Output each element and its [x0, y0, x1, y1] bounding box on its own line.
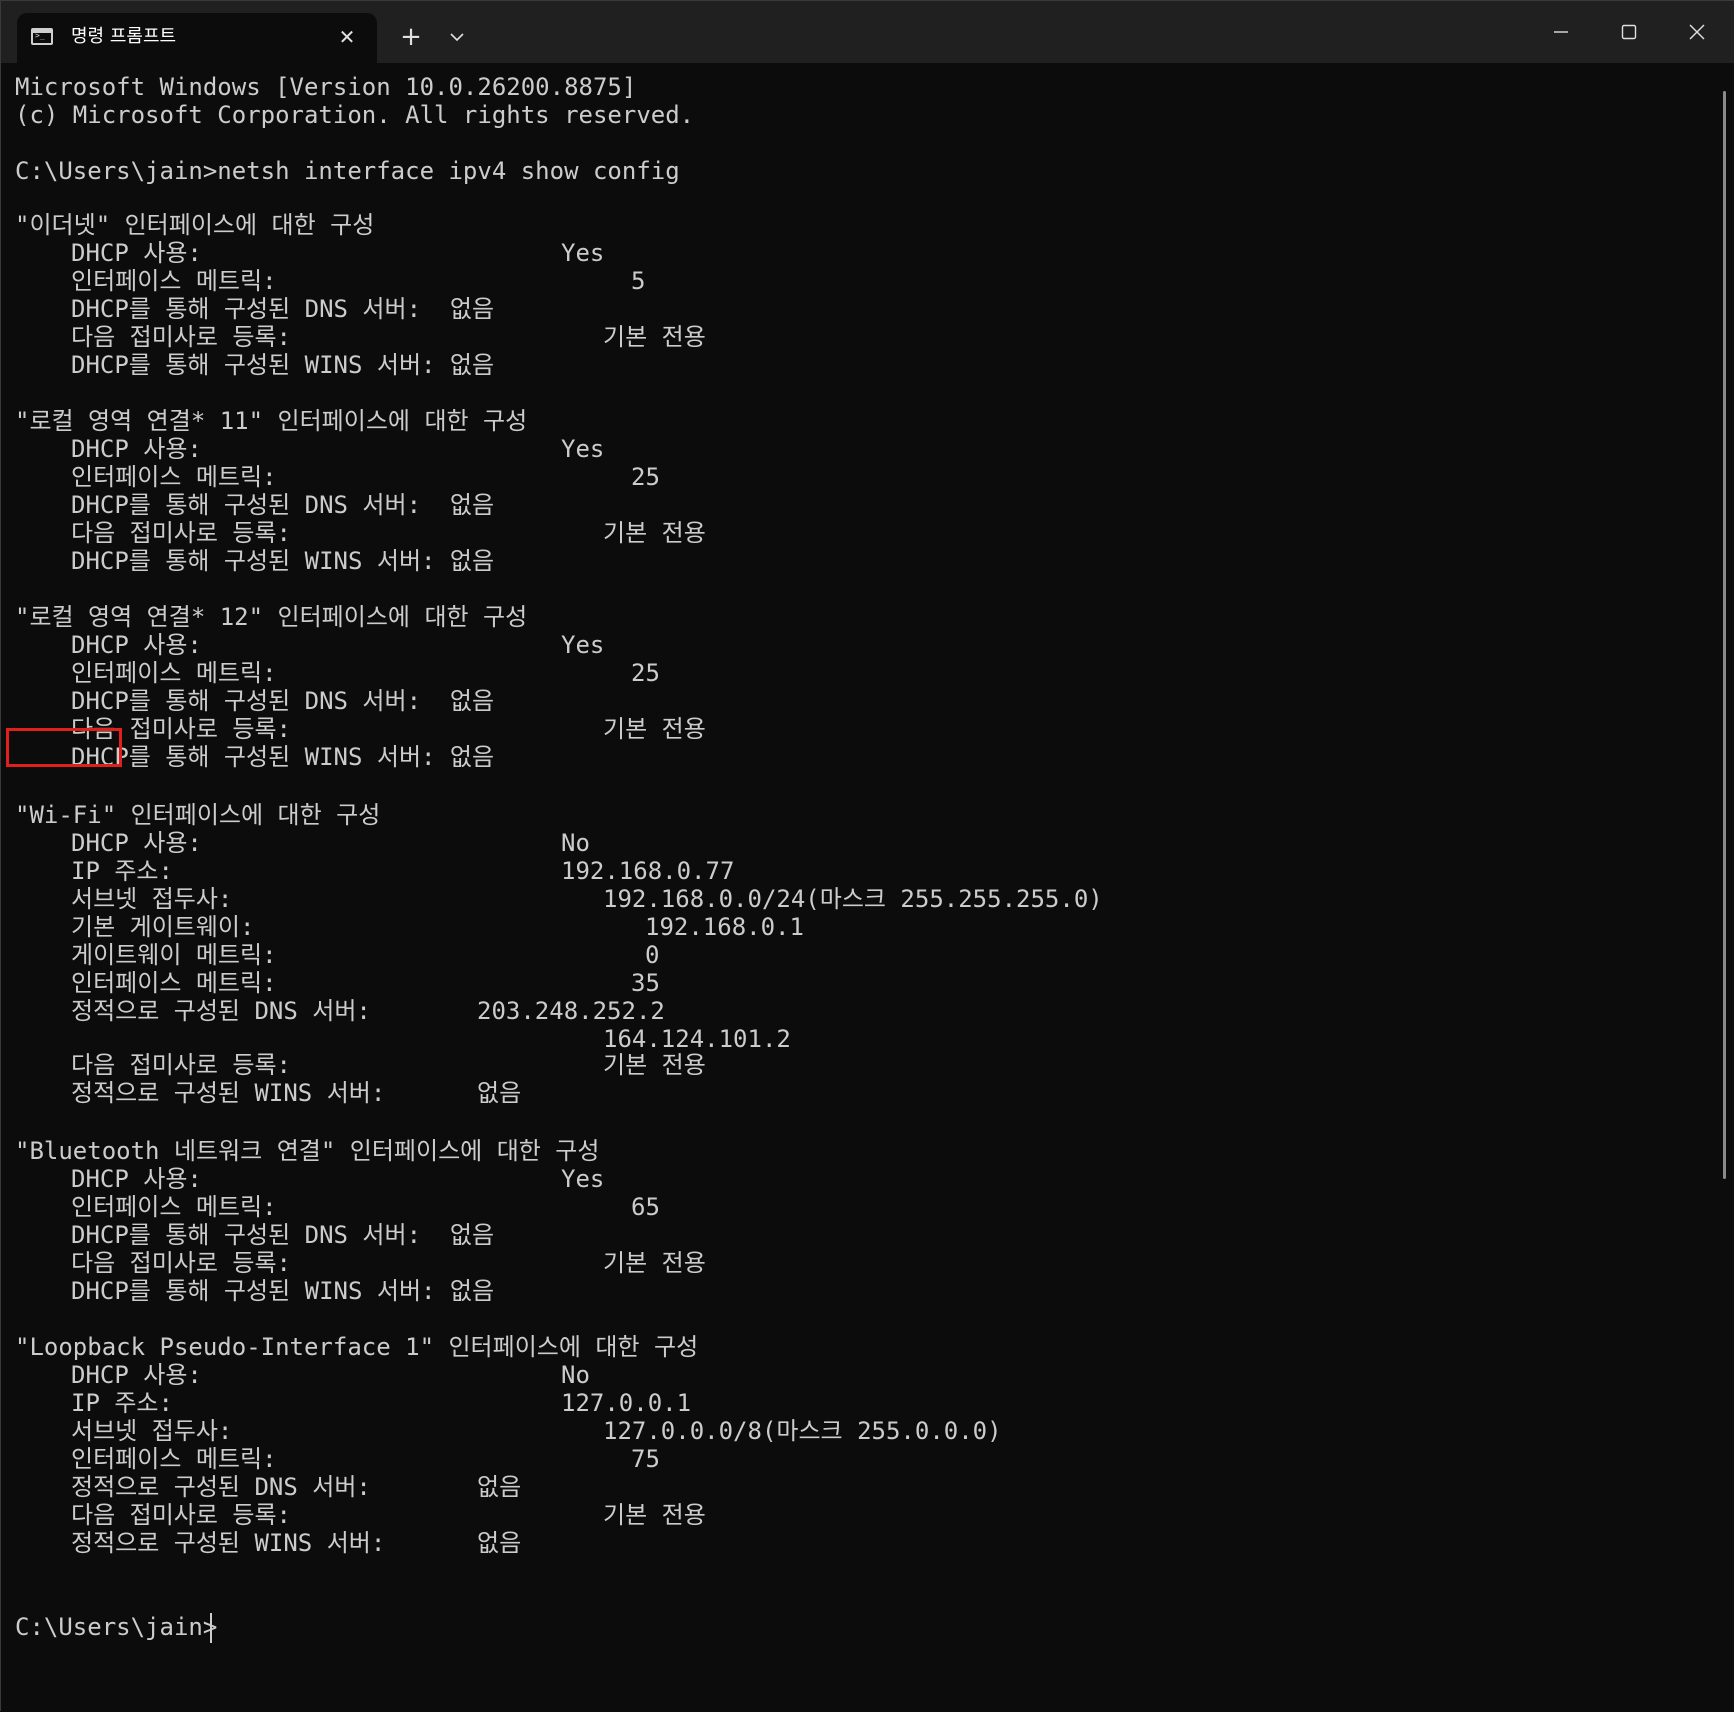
terminal-line: 기본 전용: [603, 1501, 706, 1529]
terminal-line: 다음 접미사로 등록:: [71, 1249, 291, 1277]
terminal-line: 35: [631, 969, 660, 997]
tab-command-prompt[interactable]: 명령 프롬프트 ✕: [17, 13, 377, 63]
terminal-line: DHCP 사용:: [71, 1361, 202, 1389]
terminal-line: 75: [631, 1445, 660, 1473]
tab-close-icon[interactable]: ✕: [333, 23, 361, 51]
terminal-line: 기본 게이트웨이:: [71, 913, 255, 941]
terminal-line: 정적으로 구성된 WINS 서버:: [71, 1529, 386, 1557]
terminal-line: DHCP를 통해 구성된 DNS 서버: 없음: [71, 491, 495, 519]
terminal-line: 다음 접미사로 등록:: [71, 1501, 291, 1529]
terminal-line: 없음: [477, 1079, 522, 1107]
minimize-icon: [1554, 31, 1568, 33]
terminal-line: 다음 접미사로 등록:: [71, 323, 291, 351]
terminal-line: C:\Users\jain>netsh interface ipv4 show …: [15, 157, 680, 185]
terminal-line: 다음 접미사로 등록:: [71, 1051, 291, 1079]
terminal-line: 65: [631, 1193, 660, 1221]
terminal-line: 인터페이스 메트릭:: [71, 969, 277, 997]
terminal-line: 기본 전용: [603, 715, 706, 743]
terminal-line: 25: [631, 463, 660, 491]
terminal-line: 없음: [477, 1473, 522, 1501]
terminal-line: "Wi-Fi" 인터페이스에 대한 구성: [15, 801, 381, 829]
close-button[interactable]: [1663, 1, 1731, 63]
terminal-line: IP 주소:: [71, 857, 173, 885]
terminal-line: 인터페이스 메트릭:: [71, 659, 277, 687]
terminal-line: 서브넷 접두사:: [71, 1417, 233, 1445]
terminal-line: 기본 전용: [603, 1249, 706, 1277]
terminal-line: 인터페이스 메트릭:: [71, 463, 277, 491]
terminal-line: Yes: [561, 239, 605, 267]
terminal-line: Yes: [561, 631, 605, 659]
terminal-line: 203.248.252.2: [477, 997, 665, 1025]
terminal-line: DHCP를 통해 구성된 DNS 서버: 없음: [71, 1221, 495, 1249]
terminal-line: 164.124.101.2: [603, 1025, 791, 1053]
terminal-line: DHCP 사용:: [71, 1165, 202, 1193]
terminal-line: 정적으로 구성된 WINS 서버:: [71, 1079, 386, 1107]
terminal-line: 5: [631, 267, 646, 295]
terminal-line: 게이트웨이 메트릭:: [71, 941, 277, 969]
command-prompt-line[interactable]: C:\Users\jain>: [15, 1613, 217, 1641]
terminal-line: Yes: [561, 435, 605, 463]
terminal-line: 기본 전용: [603, 323, 706, 351]
title-bar: 명령 프롬프트 ✕ +: [1, 1, 1734, 63]
text-cursor: [210, 1613, 212, 1643]
terminal-line: "Loopback Pseudo-Interface 1" 인터페이스에 대한 …: [15, 1333, 699, 1361]
terminal-line: No: [561, 1361, 590, 1389]
minimize-button[interactable]: [1527, 1, 1595, 63]
new-tab-button[interactable]: +: [395, 21, 427, 53]
terminal-line: 기본 전용: [603, 519, 706, 547]
terminal-line: 서브넷 접두사:: [71, 885, 233, 913]
terminal-line: No: [561, 829, 590, 857]
terminal-line: DHCP를 통해 구성된 WINS 서버: 없음: [71, 743, 495, 771]
terminal-line: DHCP 사용:: [71, 631, 202, 659]
close-icon: [1689, 24, 1705, 40]
terminal-line: Microsoft Windows [Version 10.0.26200.88…: [15, 73, 637, 101]
terminal-line: "이더넷" 인터페이스에 대한 구성: [15, 211, 375, 239]
terminal-line: DHCP 사용:: [71, 239, 202, 267]
terminal-line: 127.0.0.1: [561, 1389, 692, 1417]
terminal-line: DHCP를 통해 구성된 WINS 서버: 없음: [71, 351, 495, 379]
terminal-line: 기본 전용: [603, 1051, 706, 1079]
terminal-line: DHCP를 통해 구성된 DNS 서버: 없음: [71, 687, 495, 715]
terminal-line: 25: [631, 659, 660, 687]
terminal-line: 192.168.0.0/24(마스크 255.255.255.0): [603, 885, 1103, 913]
terminal-line: "로컬 영역 연결* 12" 인터페이스에 대한 구성: [15, 603, 528, 631]
terminal-line: DHCP를 통해 구성된 DNS 서버: 없음: [71, 295, 495, 323]
terminal-line: Yes: [561, 1165, 605, 1193]
terminal-line: "로컬 영역 연결* 11" 인터페이스에 대한 구성: [15, 407, 528, 435]
terminal-line: 정적으로 구성된 DNS 서버:: [71, 997, 371, 1025]
tab-title: 명령 프롬프트: [71, 26, 177, 47]
terminal-line: 다음 접미사로 등록:: [71, 519, 291, 547]
terminal-line: IP 주소:: [71, 1389, 173, 1417]
terminal-line: 인터페이스 메트릭:: [71, 1445, 277, 1473]
maximize-icon: [1621, 24, 1637, 40]
scrollbar-thumb[interactable]: [1723, 91, 1726, 1179]
terminal-line: "Bluetooth 네트워크 연결" 인터페이스에 대한 구성: [15, 1137, 600, 1165]
terminal-line: DHCP를 통해 구성된 WINS 서버: 없음: [71, 1277, 495, 1305]
terminal-line: DHCP 사용:: [71, 435, 202, 463]
terminal-line: 192.168.0.77: [561, 857, 735, 885]
wifi-highlight-box: [6, 728, 122, 767]
terminal-line: 없음: [477, 1529, 522, 1557]
terminal-line: 192.168.0.1: [645, 913, 804, 941]
terminal-window: 명령 프롬프트 ✕ + Microsoft Windows [Version 1…: [0, 0, 1734, 1712]
maximize-button[interactable]: [1595, 1, 1663, 63]
terminal-line: DHCP 사용:: [71, 829, 202, 857]
terminal-line: 인터페이스 메트릭:: [71, 267, 277, 295]
terminal-line: 인터페이스 메트릭:: [71, 1193, 277, 1221]
chevron-down-icon[interactable]: [441, 21, 473, 53]
terminal-icon: [31, 28, 53, 45]
terminal-line: 정적으로 구성된 DNS 서버:: [71, 1473, 371, 1501]
terminal-line: 127.0.0.0/8(마스크 255.0.0.0): [603, 1417, 1002, 1445]
terminal-line: 0: [645, 941, 660, 969]
terminal-line: DHCP를 통해 구성된 WINS 서버: 없음: [71, 547, 495, 575]
terminal-line: (c) Microsoft Corporation. All rights re…: [15, 101, 695, 129]
